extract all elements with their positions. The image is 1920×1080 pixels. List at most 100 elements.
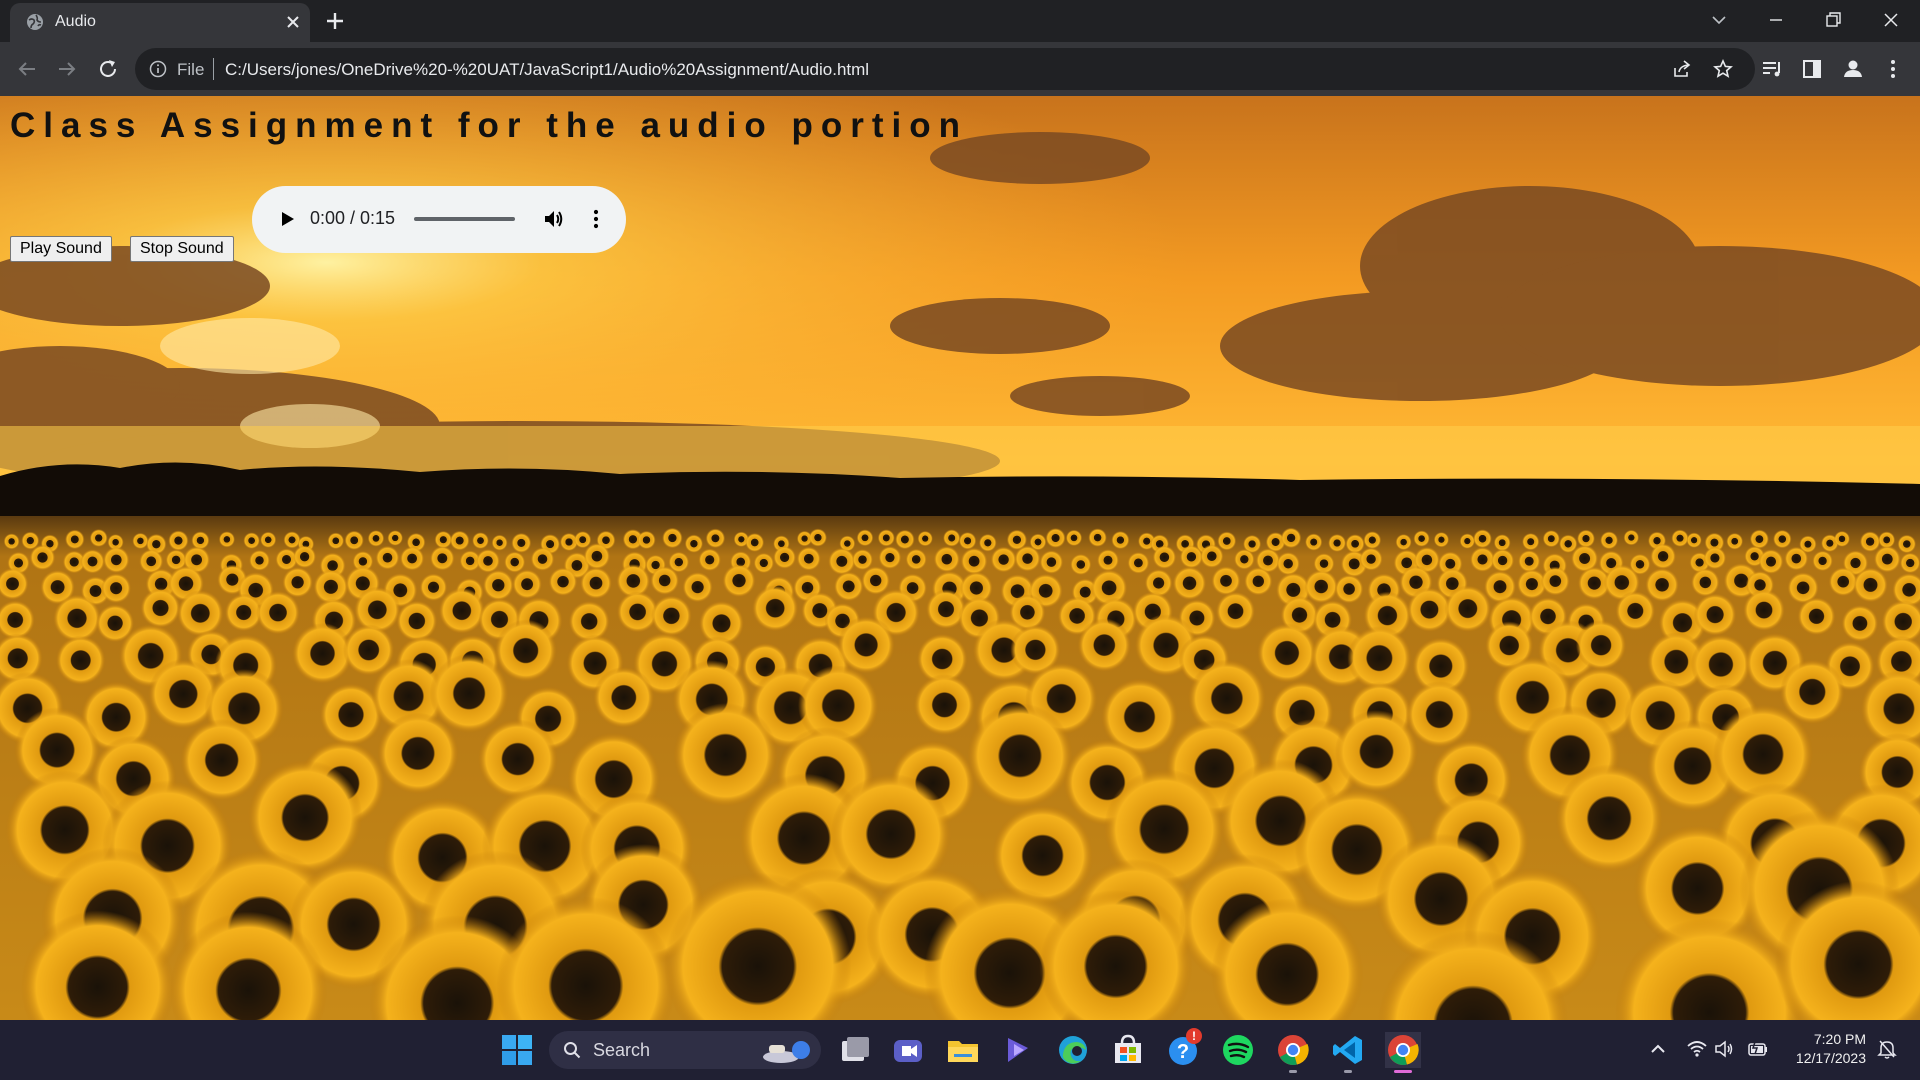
battery-icon[interactable] — [1747, 1038, 1769, 1060]
forward-arrow-icon[interactable] — [55, 57, 79, 81]
sunflower — [1797, 597, 1836, 636]
sunflower — [856, 529, 874, 547]
sunflower — [375, 545, 400, 570]
sunflower — [1693, 593, 1737, 636]
url-text[interactable]: C:/Users/jones/OneDrive%20-%20UAT/JavaSc… — [225, 60, 869, 80]
sunflower — [140, 588, 181, 628]
sunflower — [177, 590, 224, 637]
play-icon[interactable] — [277, 209, 297, 229]
sunflower — [933, 546, 960, 573]
chevron-up-icon[interactable] — [1647, 1038, 1669, 1060]
sunflower — [1473, 529, 1492, 549]
vscode-icon[interactable] — [1330, 1032, 1366, 1068]
sunflower — [905, 548, 927, 570]
sunflower — [837, 616, 895, 674]
sunflower — [1334, 574, 1364, 604]
sunflower — [1540, 566, 1570, 596]
system-clock[interactable]: 7:20 PM 12/17/2023 — [1782, 1030, 1866, 1068]
sunflower — [530, 547, 555, 571]
sunflower — [449, 530, 470, 551]
sunflower — [1444, 585, 1492, 632]
browser-tab[interactable]: Audio — [10, 3, 310, 42]
stop-sound-button[interactable]: Stop Sound — [130, 236, 234, 262]
meet-icon[interactable] — [890, 1032, 926, 1068]
chevron-down-icon[interactable] — [1707, 8, 1731, 32]
chrome-icon[interactable] — [1385, 1032, 1421, 1068]
sunflower — [1522, 533, 1540, 551]
sunflower — [917, 530, 933, 547]
address-bar[interactable]: File C:/Users/jones/OneDrive%20-%20UAT/J… — [135, 48, 1755, 90]
sunflower — [400, 546, 425, 571]
info-icon[interactable] — [149, 60, 167, 78]
sunflower — [1703, 546, 1727, 570]
sunflower — [476, 549, 500, 573]
share-icon[interactable] — [1672, 59, 1692, 79]
sunflower — [103, 546, 130, 574]
sunflower — [438, 587, 485, 634]
kebab-menu-icon[interactable] — [1881, 57, 1905, 81]
store-icon[interactable] — [1110, 1032, 1146, 1068]
back-arrow-icon[interactable] — [15, 57, 39, 81]
sunflower — [1088, 528, 1107, 547]
audio-player[interactable]: 0:00 / 0:15 — [252, 186, 626, 253]
sunflower — [327, 532, 345, 550]
side-panel-icon[interactable] — [1800, 57, 1824, 81]
sunflower — [1577, 529, 1595, 548]
sunflower — [913, 674, 976, 736]
windows-start-icon[interactable] — [499, 1032, 535, 1068]
sunflower — [1276, 552, 1300, 576]
tab-title: Audio — [55, 13, 96, 30]
minimize-icon[interactable] — [1764, 8, 1788, 32]
sunflower — [1899, 552, 1920, 574]
file-explorer-icon[interactable] — [945, 1032, 981, 1068]
clock-time: 7:20 PM — [1813, 1031, 1866, 1047]
sunflower — [132, 532, 149, 549]
restore-icon[interactable] — [1821, 8, 1845, 32]
sunflower — [990, 546, 1017, 573]
reading-list-icon[interactable] — [1760, 57, 1784, 81]
sunflower — [1600, 531, 1619, 550]
close-icon[interactable] — [286, 15, 300, 29]
edge-icon[interactable] — [1055, 1032, 1091, 1068]
audio-progress-slider[interactable] — [414, 217, 515, 221]
sunflower — [1211, 566, 1241, 596]
sunflower — [745, 533, 765, 552]
plus-icon[interactable] — [325, 11, 345, 31]
sunflower — [1459, 533, 1476, 549]
sunflower — [1179, 545, 1203, 569]
taskbar-search[interactable]: Search — [549, 1031, 821, 1069]
more-vert-icon[interactable] — [585, 208, 607, 230]
close-icon[interactable] — [1879, 8, 1903, 32]
profile-icon[interactable] — [1841, 57, 1865, 81]
sunflower — [1405, 681, 1473, 748]
notification-bell-icon[interactable] — [1876, 1038, 1898, 1060]
sunflower — [1749, 529, 1769, 549]
play-sound-button[interactable]: Play Sound — [10, 236, 112, 262]
wifi-icon[interactable] — [1686, 1038, 1708, 1060]
sunflower — [1280, 527, 1302, 549]
sunflower — [651, 595, 692, 637]
spotify-icon[interactable] — [1220, 1032, 1256, 1068]
sunflower — [29, 544, 56, 571]
star-icon[interactable] — [1713, 59, 1733, 79]
help-app[interactable]: ? ! — [1165, 1028, 1202, 1068]
volume-icon[interactable] — [542, 208, 564, 230]
reload-icon[interactable] — [96, 57, 120, 81]
chrome-icon[interactable] — [1275, 1032, 1311, 1068]
sunflower — [434, 530, 453, 549]
sunflower — [430, 546, 455, 571]
page-viewport: Class Assignment for the audio portion P… — [0, 96, 1920, 1020]
sunflower — [1645, 568, 1679, 602]
sunflower — [511, 532, 532, 553]
running-indicator — [1289, 1070, 1297, 1073]
copilot-icon[interactable] — [1000, 1032, 1036, 1068]
sunflower — [1812, 550, 1833, 572]
sunflower — [396, 600, 438, 642]
divider — [213, 58, 214, 80]
task-view-icon[interactable] — [837, 1032, 873, 1068]
speaker-icon[interactable] — [1713, 1038, 1735, 1060]
sunflower — [978, 533, 997, 552]
clock-date: 12/17/2023 — [1795, 1050, 1866, 1066]
sunflower — [752, 585, 799, 632]
sunflower — [1491, 548, 1515, 573]
